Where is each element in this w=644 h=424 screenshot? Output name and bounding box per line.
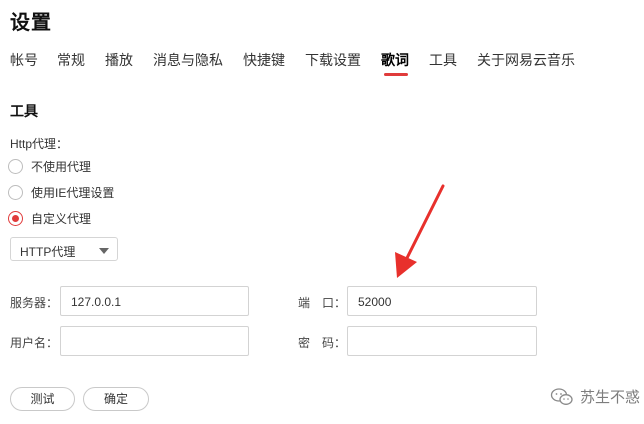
test-button[interactable]: 测试: [10, 387, 75, 411]
tab-playback[interactable]: 播放: [105, 50, 133, 70]
confirm-button[interactable]: 确定: [83, 387, 149, 411]
username-label: 用户名：: [10, 336, 59, 350]
server-label: 服务器：: [10, 296, 59, 310]
page-title: 设置: [10, 12, 52, 34]
tab-lyrics[interactable]: 歌词: [381, 50, 409, 70]
password-input[interactable]: [347, 326, 537, 356]
watermark-text: 苏生不惑: [579, 389, 640, 406]
chevron-down-icon: [99, 248, 109, 254]
proxy-type-value: HTTP代理: [20, 245, 76, 259]
radio-circle[interactable]: [8, 158, 23, 174]
tab-account[interactable]: 帐号: [10, 50, 38, 70]
port-value: 52000: [358, 295, 392, 309]
tab-general[interactable]: 常规: [57, 50, 85, 70]
tab-download-settings[interactable]: 下载设置: [305, 50, 361, 70]
username-input[interactable]: [60, 326, 249, 356]
server-value: 127.0.0.1: [71, 295, 122, 309]
port-label: 端 口：: [298, 296, 347, 310]
radio-circle-checked[interactable]: [8, 210, 23, 226]
radio-ie-proxy[interactable]: 使用IE代理设置: [8, 183, 114, 201]
watermark: 苏生不惑: [550, 386, 640, 407]
tab-messages-privacy[interactable]: 消息与隐私: [153, 50, 223, 70]
password-label: 密 码：: [298, 336, 347, 350]
radio-label: 自定义代理: [31, 211, 92, 226]
active-tab-indicator: [384, 73, 408, 76]
proxy-type-select[interactable]: HTTP代理: [10, 237, 118, 261]
tab-about[interactable]: 关于网易云音乐: [477, 50, 575, 70]
wechat-icon: [550, 387, 573, 405]
radio-no-proxy[interactable]: 不使用代理: [8, 157, 91, 175]
radio-label: 不使用代理: [31, 159, 92, 174]
http-proxy-label: Http代理：: [10, 137, 69, 151]
section-title: 工具: [10, 103, 38, 119]
tab-shortcuts[interactable]: 快捷键: [243, 50, 285, 70]
annotation-arrow-icon: [395, 184, 445, 278]
tab-tools[interactable]: 工具: [429, 50, 457, 70]
server-input[interactable]: 127.0.0.1: [60, 286, 249, 316]
port-input[interactable]: 52000: [347, 286, 537, 316]
radio-custom-proxy[interactable]: 自定义代理: [8, 209, 91, 227]
radio-label: 使用IE代理设置: [31, 185, 115, 200]
radio-circle[interactable]: [8, 184, 23, 200]
